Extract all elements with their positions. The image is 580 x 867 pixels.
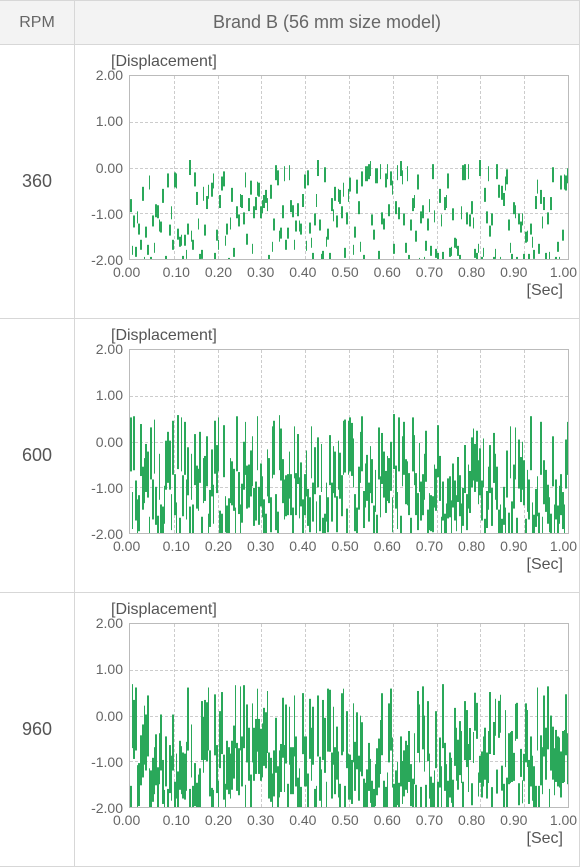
- x-tick: 0.30: [240, 812, 282, 828]
- col-header-rpm: RPM: [0, 1, 75, 45]
- y-tick: 0.00: [96, 160, 123, 176]
- x-axis-ticks: 0.000.100.200.300.400.500.600.700.800.90…: [121, 808, 579, 828]
- y-tick: 0.00: [96, 434, 123, 450]
- x-tick: 0.10: [155, 538, 197, 554]
- y-tick: -1.00: [91, 206, 123, 222]
- chart-cell: [Displacement]2.001.000.00-1.00-2.000.00…: [75, 593, 580, 867]
- x-tick: 0.10: [155, 812, 197, 828]
- x-tick: 1.00: [535, 264, 577, 280]
- x-tick: 0.60: [366, 264, 408, 280]
- x-tick: 0.90: [493, 538, 535, 554]
- signal-trace: [130, 160, 568, 176]
- chart-title: [Displacement]: [111, 327, 569, 349]
- x-tick: 0.20: [197, 538, 239, 554]
- x-axis-ticks: 0.000.100.200.300.400.500.600.700.800.90…: [121, 260, 579, 280]
- plot-area: [129, 623, 569, 808]
- x-tick: 0.70: [408, 538, 450, 554]
- rpm-label: 600: [0, 319, 75, 593]
- y-axis-ticks: 2.001.000.00-1.00-2.00: [81, 615, 129, 816]
- y-tick: 1.00: [96, 387, 123, 403]
- x-tick: 0.50: [324, 538, 366, 554]
- x-axis-unit: [Sec]: [81, 556, 563, 574]
- y-tick: 1.00: [96, 113, 123, 129]
- y-tick: 2.00: [96, 615, 123, 631]
- chart-cell: [Displacement]2.001.000.00-1.00-2.000.00…: [75, 45, 580, 319]
- y-tick: 1.00: [96, 661, 123, 677]
- x-tick: 0.40: [282, 812, 324, 828]
- x-tick: 0.60: [366, 812, 408, 828]
- x-tick: 0.10: [155, 264, 197, 280]
- plot-area: [129, 349, 569, 534]
- x-tick: 0.50: [324, 812, 366, 828]
- x-axis-unit: [Sec]: [81, 830, 563, 848]
- x-tick: 0.90: [493, 264, 535, 280]
- x-tick: 0.80: [451, 264, 493, 280]
- y-axis-ticks: 2.001.000.00-1.00-2.00: [81, 67, 129, 268]
- x-tick: 0.30: [240, 264, 282, 280]
- x-tick: 0.50: [324, 264, 366, 280]
- y-tick: -1.00: [91, 480, 123, 496]
- y-axis-ticks: 2.001.000.00-1.00-2.00: [81, 341, 129, 542]
- y-tick: 0.00: [96, 708, 123, 724]
- rpm-label: 360: [0, 45, 75, 319]
- x-tick: 0.80: [451, 812, 493, 828]
- plot-area: [129, 75, 569, 260]
- x-tick: 0.70: [408, 264, 450, 280]
- x-tick: 0.40: [282, 538, 324, 554]
- chart-cell: [Displacement]2.001.000.00-1.00-2.000.00…: [75, 319, 580, 593]
- x-axis-ticks: 0.000.100.200.300.400.500.600.700.800.90…: [121, 534, 579, 554]
- y-tick: -1.00: [91, 754, 123, 770]
- chart-title: [Displacement]: [111, 53, 569, 75]
- x-tick: 0.20: [197, 264, 239, 280]
- x-tick: 0.90: [493, 812, 535, 828]
- x-tick: 1.00: [535, 812, 577, 828]
- y-tick: 2.00: [96, 67, 123, 83]
- x-tick: 0.60: [366, 538, 408, 554]
- x-tick: 0.30: [240, 538, 282, 554]
- vibration-table: RPM Brand B (56 mm size model) 360 [Displ…: [0, 0, 580, 867]
- x-tick: 0.70: [408, 812, 450, 828]
- y-tick: 2.00: [96, 341, 123, 357]
- x-axis-unit: [Sec]: [81, 282, 563, 300]
- signal-trace: [130, 414, 568, 469]
- x-tick: 0.00: [113, 264, 155, 280]
- col-header-title: Brand B (56 mm size model): [75, 1, 580, 45]
- x-tick: 0.80: [451, 538, 493, 554]
- x-tick: 1.00: [535, 538, 577, 554]
- x-tick: 0.00: [113, 538, 155, 554]
- signal-trace: [130, 683, 568, 747]
- x-tick: 0.00: [113, 812, 155, 828]
- rpm-label: 960: [0, 593, 75, 867]
- x-tick: 0.20: [197, 812, 239, 828]
- chart-title: [Displacement]: [111, 601, 569, 623]
- x-tick: 0.40: [282, 264, 324, 280]
